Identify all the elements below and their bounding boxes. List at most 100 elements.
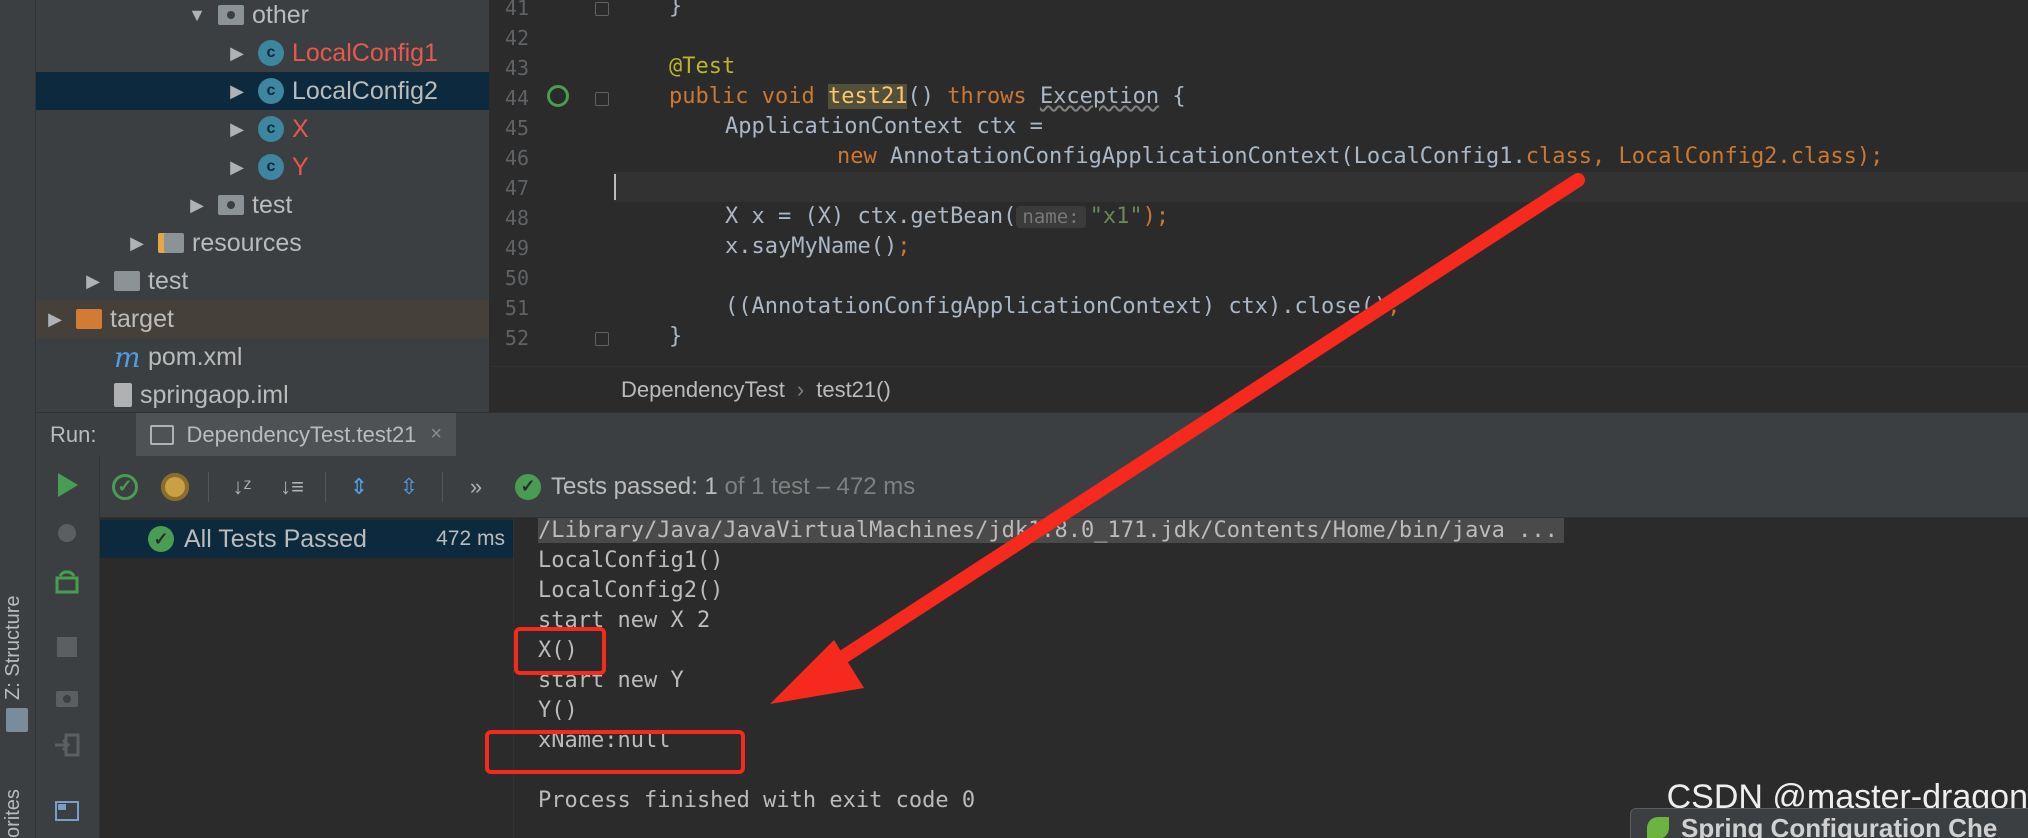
tree-item[interactable]: ▶ resources	[36, 224, 489, 262]
parameter-hint: name:	[1016, 206, 1086, 228]
breadcrumb-method[interactable]: test21()	[816, 377, 891, 403]
import-icon[interactable]	[52, 730, 82, 760]
maven-icon: m	[114, 340, 141, 374]
tree-item-label: test	[148, 266, 189, 295]
chevron-right-icon[interactable]: ▶	[82, 271, 104, 292]
code-token: X x = (X) ctx.getBean(	[725, 204, 1017, 229]
tree-item-label: test	[252, 190, 293, 219]
code-line-46: new AnnotationConfigApplicationContext(L…	[837, 144, 1883, 169]
keyword: class	[1790, 144, 1857, 169]
annotation-box-x-constructor	[514, 627, 606, 675]
sort-alphabetically-icon[interactable]: ↓ᶻ	[227, 472, 257, 502]
chevron-down-icon[interactable]: ▼	[186, 5, 208, 26]
run-config-tab[interactable]: DependencyTest.test21 ×	[136, 412, 457, 457]
class-icon: c	[258, 40, 284, 66]
code-line-52: }	[669, 324, 683, 349]
show-ignored-icon[interactable]	[160, 472, 190, 502]
tree-item[interactable]: ▼ other	[36, 0, 489, 34]
layout-icon[interactable]	[52, 796, 82, 826]
tree-item[interactable]: ▶ c X	[36, 110, 489, 148]
code-editor[interactable]: 41 42 43 44 45 46 47 48 49 50 51 52 } @Test public …	[491, 0, 2028, 366]
string-literal: "x1"	[1089, 204, 1143, 229]
stop-icon[interactable]	[52, 632, 82, 662]
target-folder-icon	[76, 309, 102, 329]
fold-marker-icon[interactable]	[595, 92, 609, 106]
chevron-right-icon[interactable]: ▶	[226, 43, 248, 64]
resources-folder-icon	[158, 233, 184, 253]
line-number: 41	[504, 0, 529, 20]
code-token: ((AnnotationConfigApplicationContext) ct…	[725, 294, 1388, 319]
tests-passed-count: 1	[704, 472, 718, 500]
test-results-tree: ✓ All Tests Passed 472 ms	[100, 518, 514, 838]
favorites-tab[interactable]: orites	[2, 789, 25, 838]
fold-marker-icon[interactable]	[595, 332, 609, 346]
method-name-test21[interactable]: test21	[827, 84, 908, 109]
expand-all-icon[interactable]: ⇕	[344, 472, 374, 502]
show-passed-icon[interactable]: ✓	[110, 472, 140, 502]
tree-item[interactable]: ▶ c Y	[36, 148, 489, 186]
toolbar-separator	[325, 471, 326, 502]
tree-item[interactable]: m pom.xml	[36, 338, 489, 376]
toolbar-separator	[208, 471, 209, 502]
fold-marker-icon[interactable]	[595, 2, 609, 16]
text-caret	[614, 174, 616, 200]
code-token: , LocalConfig2.	[1592, 144, 1791, 169]
class-icon: c	[258, 116, 284, 142]
structure-tab[interactable]: Z: Structure	[2, 596, 25, 700]
line-number: 48	[504, 206, 529, 230]
tree-item-label: other	[252, 0, 309, 29]
keyword: new	[837, 144, 877, 169]
code-line-41: }	[669, 0, 683, 19]
test-tree-root[interactable]: ✓ All Tests Passed 472 ms	[100, 520, 513, 558]
chevron-right-icon[interactable]: ▶	[44, 309, 66, 330]
annotation-box-xname-null	[485, 730, 745, 774]
spring-leaf-icon	[1647, 817, 1669, 838]
folder-icon	[114, 271, 140, 291]
close-tab-icon[interactable]: ×	[430, 423, 442, 446]
code-token: ()	[907, 84, 934, 109]
project-tree: ▼ other ▶ c LocalConfig1 ▶ c LocalConfig2 ▶ c X ▶ c Y…	[36, 0, 490, 412]
tree-item[interactable]: springaop.iml	[36, 376, 489, 412]
passed-check-icon: ✓	[148, 526, 174, 552]
camera-icon[interactable]	[52, 682, 82, 712]
toolbar-separator	[442, 471, 443, 502]
line-number: 51	[504, 296, 529, 320]
debug-icon[interactable]	[52, 518, 82, 548]
run-test-gutter-icon[interactable]	[547, 85, 569, 107]
code-line-44: public void test21() throws Exception {	[669, 84, 1186, 109]
code-line-51: ((AnnotationConfigApplicationContext) ct…	[725, 294, 1401, 319]
tree-item[interactable]: ▶ c LocalConfig1	[36, 34, 489, 72]
spring-configuration-popup[interactable]: Spring Configuration Che	[1630, 808, 2028, 838]
tree-item[interactable]: ▶ target	[36, 300, 489, 338]
rerun-icon[interactable]	[52, 470, 82, 500]
keyword: class	[1525, 144, 1592, 169]
collapse-all-icon[interactable]: ⇳	[394, 472, 424, 502]
chevron-right-icon[interactable]: ▶	[126, 233, 148, 254]
chevron-right-icon[interactable]: ▶	[186, 195, 208, 216]
console-line: LocalConfig2()	[538, 578, 724, 603]
run-config-tab-label: DependencyTest.test21	[186, 421, 417, 447]
code-token: AnnotationConfigApplicationContext(Local…	[890, 144, 1526, 169]
console-line: LocalConfig1()	[538, 548, 724, 573]
tree-item[interactable]: ▶ c LocalConfig2	[36, 72, 489, 110]
tree-item-label: pom.xml	[148, 342, 243, 371]
tree-item[interactable]: ▶ test	[36, 262, 489, 300]
code-token: ;	[1387, 294, 1401, 319]
exception-type: Exception	[1039, 84, 1160, 109]
sort-by-duration-icon[interactable]: ↓≡	[277, 472, 307, 502]
line-number: 44	[504, 86, 529, 110]
console-command-line: /Library/Java/JavaVirtualMachines/jdk1.8…	[538, 518, 1564, 543]
code-line-45: ApplicationContext ctx =	[725, 114, 1043, 139]
rerun-failed-icon[interactable]	[52, 568, 82, 598]
code-line-49: x.sayMyName();	[725, 234, 910, 259]
chevron-right-icon[interactable]: ▶	[226, 157, 248, 178]
more-actions-icon[interactable]: »	[461, 472, 491, 502]
tree-item[interactable]: ▶ test	[36, 186, 489, 224]
chevron-right-icon[interactable]: ▶	[226, 119, 248, 140]
breadcrumb-class[interactable]: DependencyTest	[621, 377, 785, 403]
line-number: 50	[504, 266, 529, 290]
run-side-toolbar	[36, 456, 100, 838]
spring-popup-label: Spring Configuration Che	[1681, 812, 1998, 838]
code-line-43: @Test	[669, 54, 735, 79]
chevron-right-icon[interactable]: ▶	[226, 81, 248, 102]
